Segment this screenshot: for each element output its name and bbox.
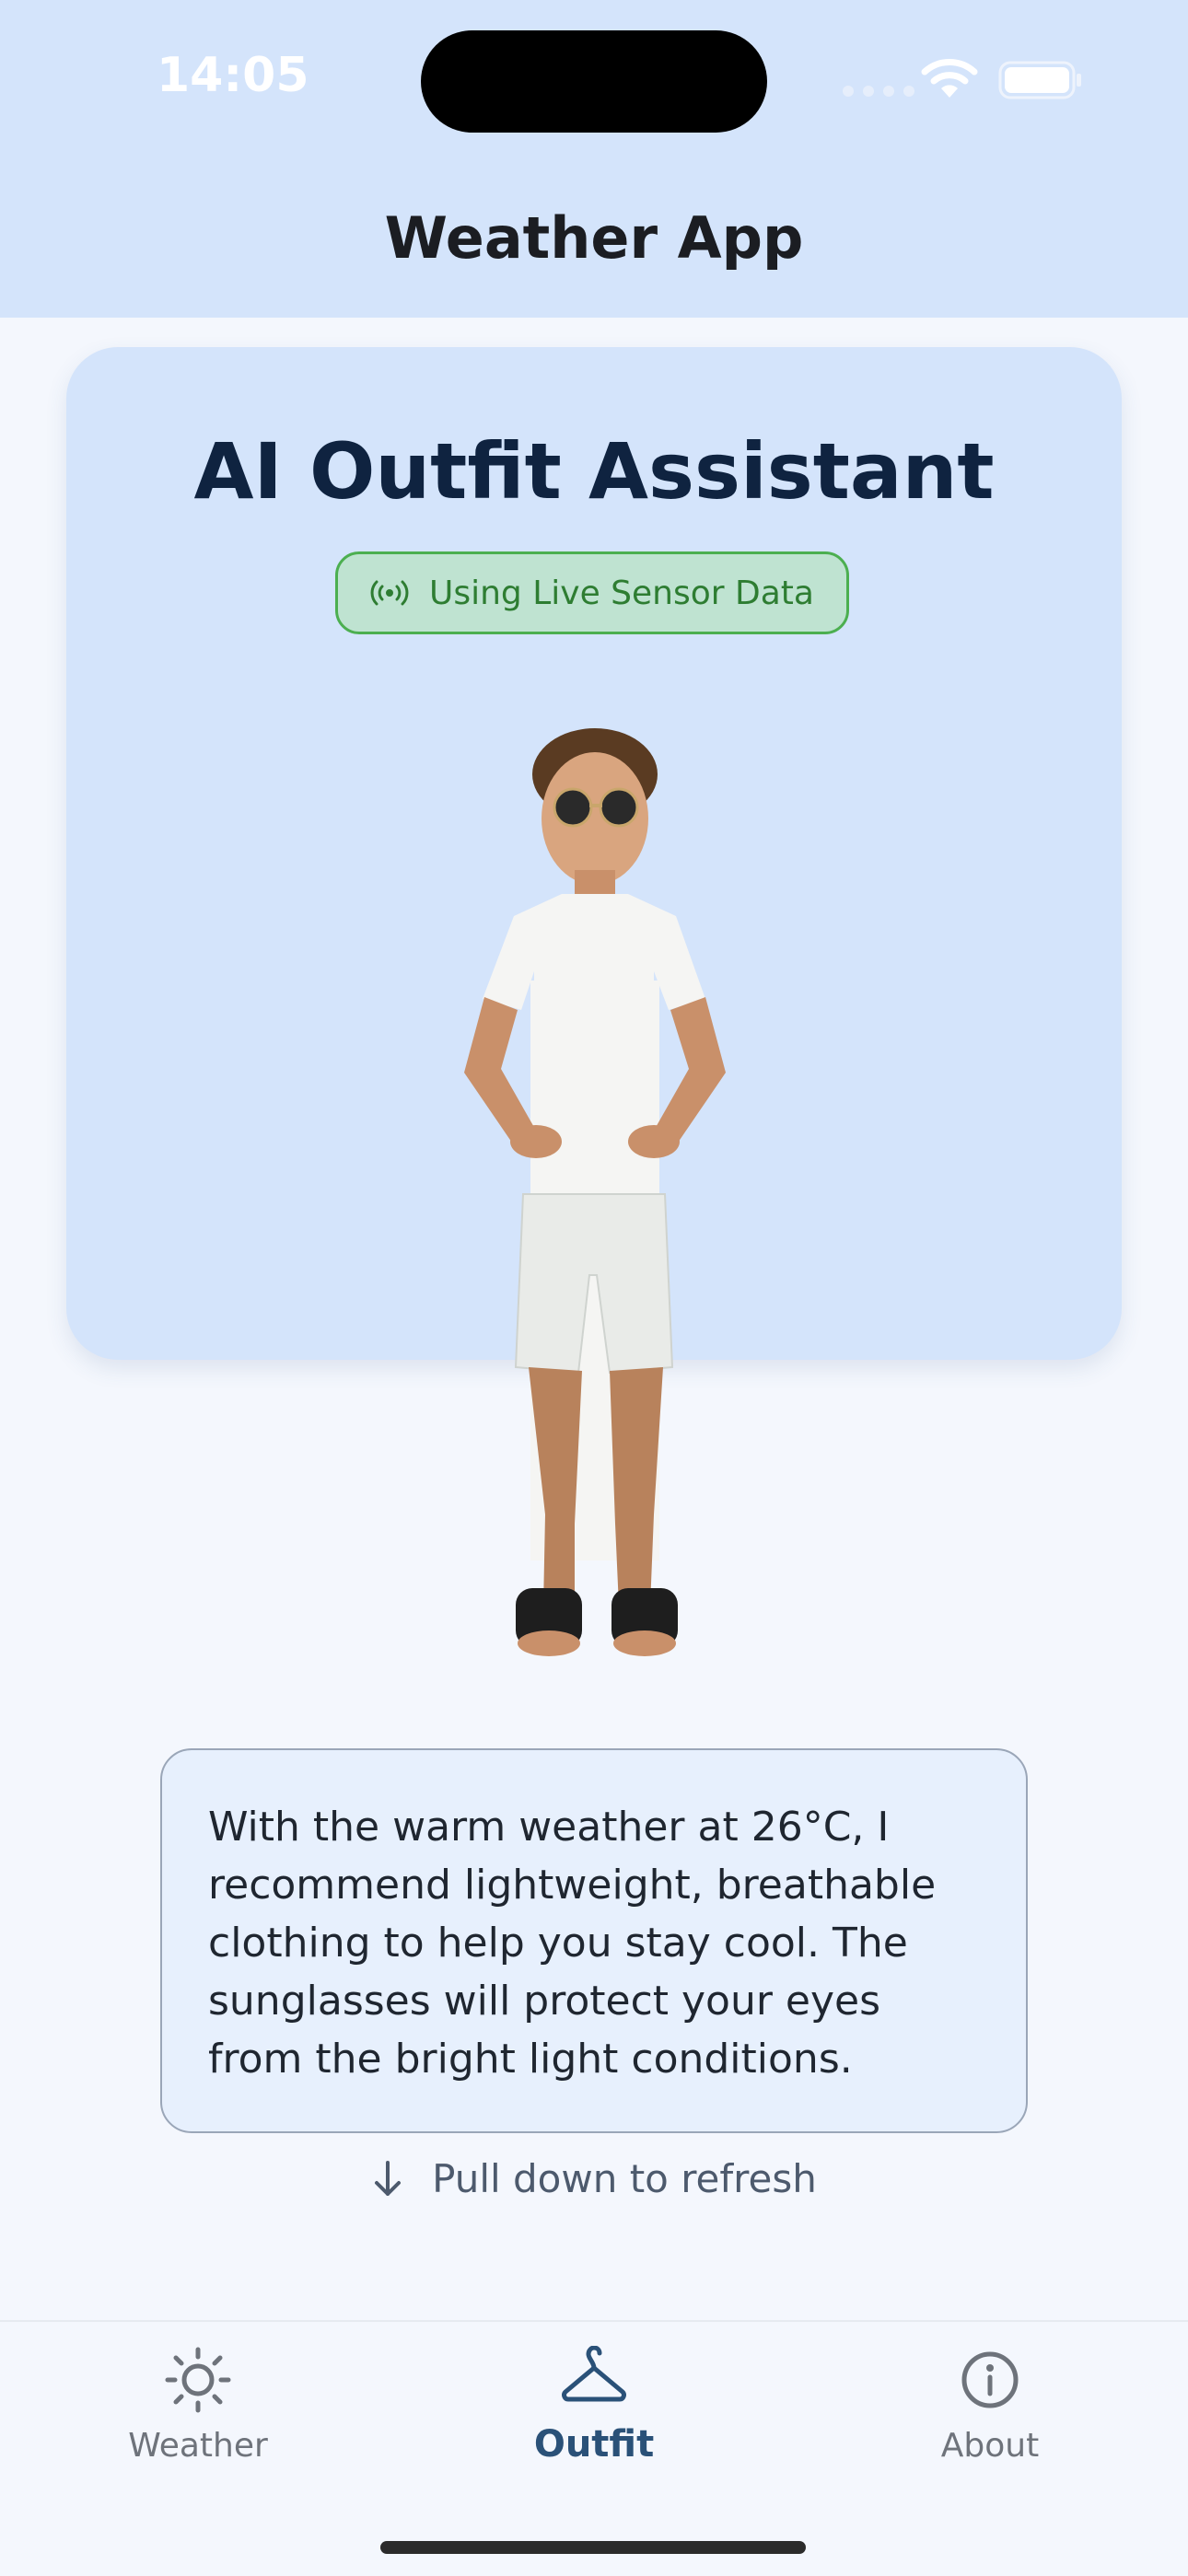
tab-bar: Weather Outfit About [0, 2320, 1188, 2576]
dynamic-island [421, 30, 767, 133]
tab-outfit-label: Outfit [533, 2423, 655, 2466]
status-bar: 14:05 Weather App [0, 0, 1188, 318]
sun-icon [165, 2347, 231, 2413]
tab-about-label: About [940, 2427, 1040, 2465]
home-indicator [380, 2541, 806, 2554]
app-title: Weather App [384, 204, 804, 272]
tab-weather[interactable]: Weather [60, 2346, 336, 2465]
refresh-label: Pull down to refresh [432, 2156, 817, 2201]
sensor-badge-label: Using Live Sensor Data [429, 574, 814, 612]
info-icon [961, 2351, 1019, 2408]
tab-outfit[interactable]: Outfit [456, 2346, 732, 2466]
tab-about[interactable]: About [852, 2346, 1128, 2465]
status-time: 14:05 [157, 48, 309, 103]
pull-to-refresh-hint: Pull down to refresh [0, 2156, 1188, 2201]
sensor-broadcast-icon [370, 580, 409, 606]
tab-weather-label: Weather [128, 2427, 268, 2465]
card-title: AI Outfit Assistant [193, 426, 995, 516]
recommendation-text: With the warm weather at 26°C, I recomme… [160, 1748, 1028, 2133]
live-sensor-badge: Using Live Sensor Data [335, 551, 849, 634]
outfit-card: AI Outfit Assistant Using Live Sensor Da… [66, 347, 1122, 1656]
outfit-person-figure [464, 728, 726, 1656]
battery-icon [998, 61, 1081, 99]
wifi-icon [921, 59, 978, 98]
hanger-icon [562, 2346, 626, 2402]
arrow-down-icon [375, 2160, 402, 2196]
cellular-signal-icon [843, 86, 914, 97]
